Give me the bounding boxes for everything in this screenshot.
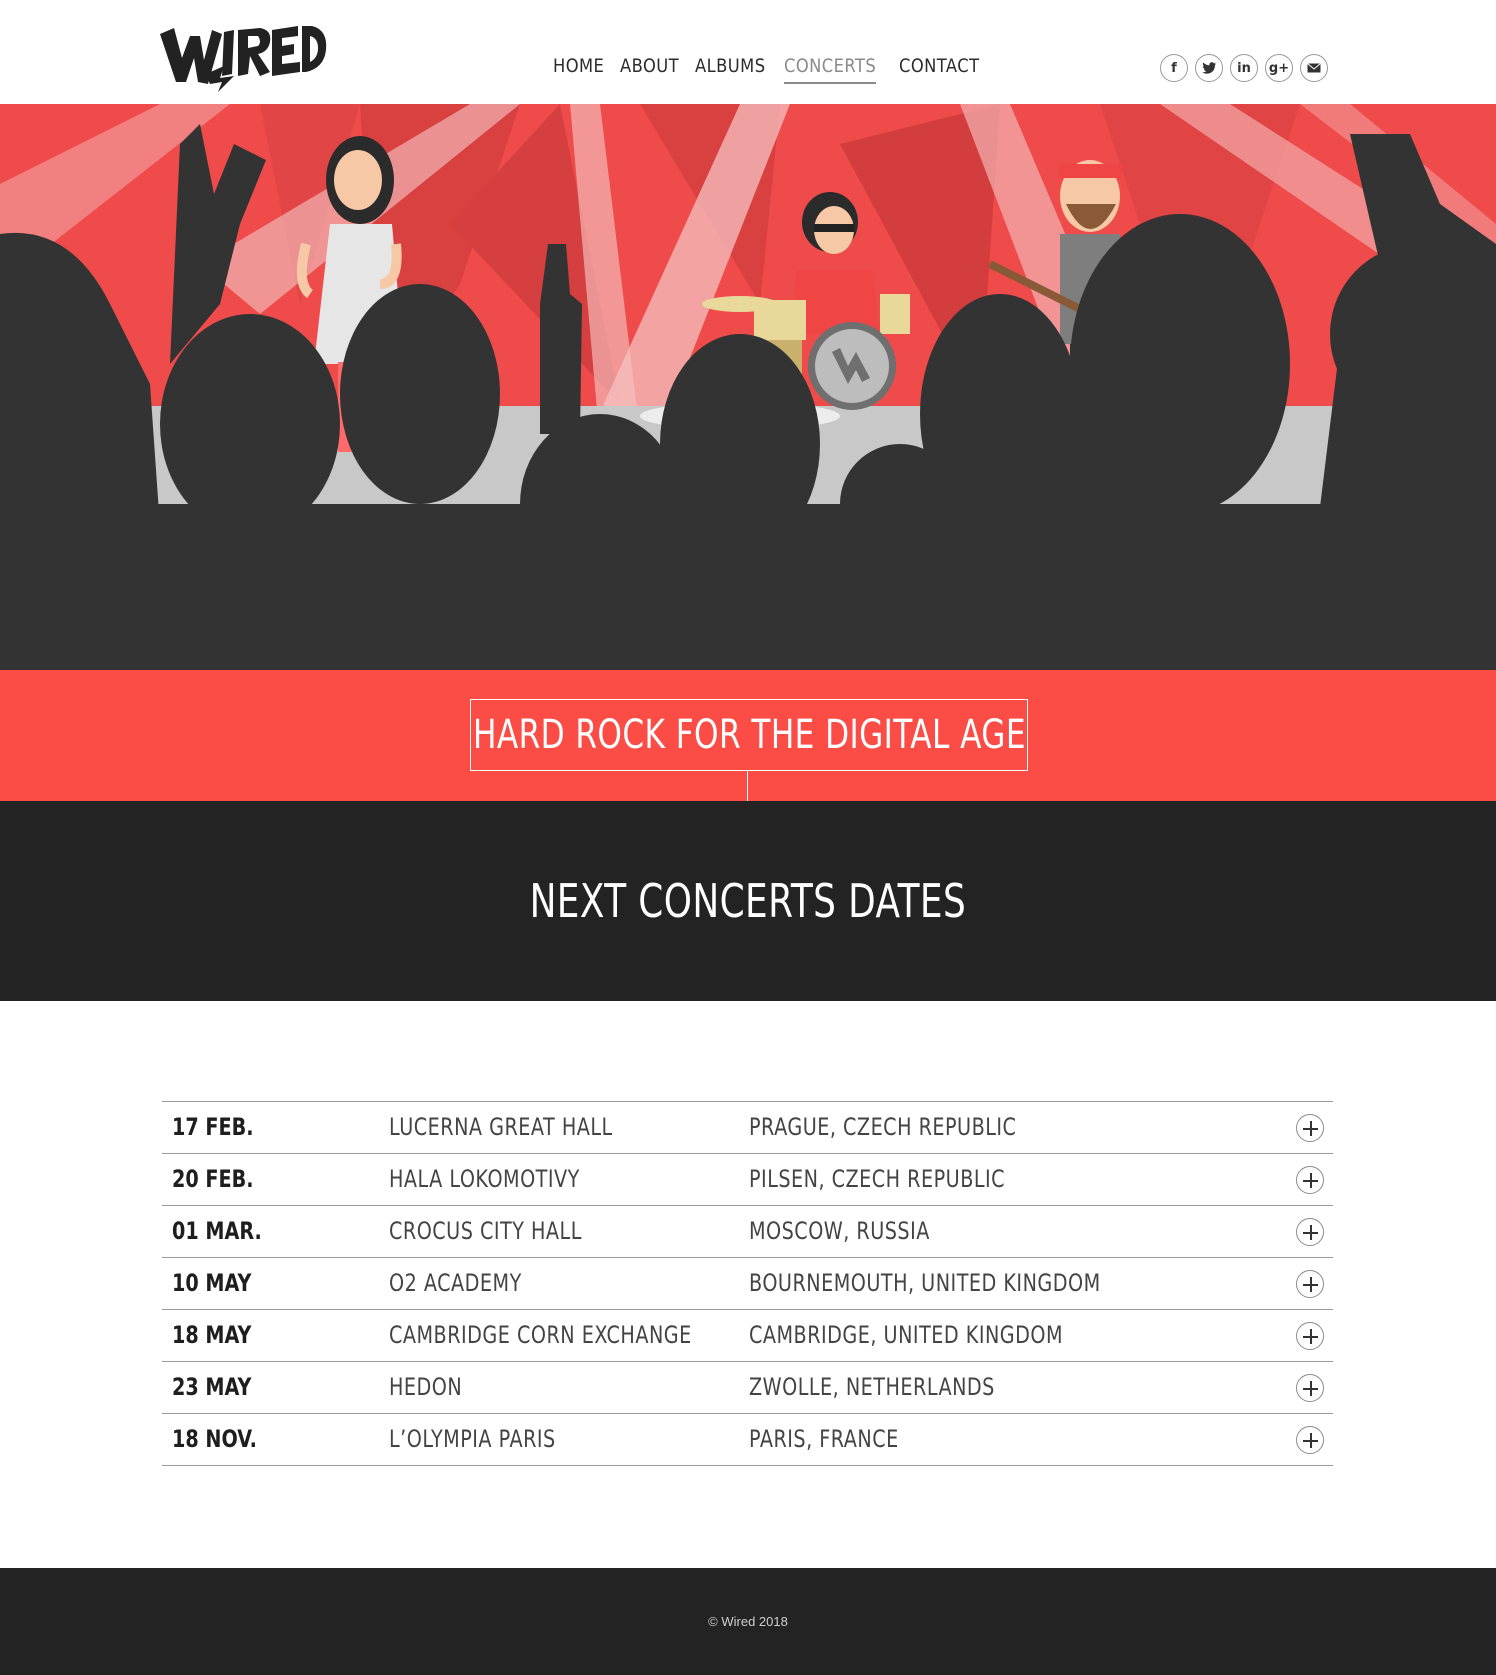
site-header: HOME ABOUT ALBUMS CONCERTS CONTACT f in … [0,0,1496,104]
concert-city: MOSCOW, RUSSIA [749,1217,930,1245]
concert-date: 23 MAY [172,1373,252,1401]
twitter-icon[interactable] [1195,54,1223,82]
concert-city: PILSEN, CZECH REPUBLIC [749,1165,1006,1193]
tagline-text: HARD ROCK FOR THE DIGITAL AGE [472,712,1026,758]
concert-date: 18 NOV. [172,1425,257,1453]
main-nav: HOME ABOUT ALBUMS CONCERTS CONTACT [553,54,982,84]
expand-plus-icon[interactable] [1296,1270,1324,1298]
concerts-table: 17 FEB. LUCERNA GREAT HALL PRAGUE, CZECH… [162,1101,1333,1466]
twitter-bird-glyph [1202,62,1216,74]
concert-date: 20 FEB. [172,1165,254,1193]
table-row[interactable]: 17 FEB. LUCERNA GREAT HALL PRAGUE, CZECH… [162,1102,1333,1154]
expand-plus-icon[interactable] [1296,1374,1324,1402]
facebook-icon[interactable]: f [1160,54,1188,82]
copyright-text: © Wired 2018 [708,1614,788,1629]
expand-plus-icon[interactable] [1296,1322,1324,1350]
nav-concerts[interactable]: CONCERTS [784,54,877,84]
concert-city: CAMBRIDGE, UNITED KINGDOM [749,1321,1064,1349]
wired-logo[interactable] [160,22,328,92]
expand-plus-icon[interactable] [1296,1114,1324,1142]
mail-icon[interactable] [1300,54,1328,82]
site-footer: © Wired 2018 [0,1568,1496,1675]
tagline-box: HARD ROCK FOR THE DIGITAL AGE [470,699,1028,771]
social-links: f in g+ [1160,54,1328,82]
wired-logo-graphic [160,26,327,92]
concert-venue: LUCERNA GREAT HALL [389,1113,613,1141]
nav-albums[interactable]: ALBUMS [695,54,766,84]
concert-venue: CAMBRIDGE CORN EXCHANGE [389,1321,692,1349]
concert-city: PARIS, FRANCE [749,1425,899,1453]
expand-plus-icon[interactable] [1296,1218,1324,1246]
concert-venue: CROCUS CITY HALL [389,1217,582,1245]
linkedin-icon[interactable]: in [1230,54,1258,82]
expand-plus-icon[interactable] [1296,1166,1324,1194]
table-row[interactable]: 18 MAY CAMBRIDGE CORN EXCHANGE CAMBRIDGE… [162,1310,1333,1362]
nav-about[interactable]: ABOUT [620,54,679,84]
nav-home[interactable]: HOME [553,54,604,84]
tagline-band: HARD ROCK FOR THE DIGITAL AGE [0,670,1496,801]
google-plus-icon[interactable]: g+ [1265,54,1293,82]
concert-venue: L’OLYMPIA PARIS [389,1425,556,1453]
concert-date: 18 MAY [172,1321,252,1349]
concert-date: 10 MAY [172,1269,252,1297]
concert-date: 17 FEB. [172,1113,254,1141]
table-row[interactable]: 10 MAY O2 ACADEMY BOURNEMOUTH, UNITED KI… [162,1258,1333,1310]
concert-stage-illustration [0,104,1496,670]
envelope-glyph [1307,63,1321,73]
nav-contact[interactable]: CONTACT [899,54,980,84]
table-row[interactable]: 01 MAR. CROCUS CITY HALL MOSCOW, RUSSIA [162,1206,1333,1258]
concert-venue: HEDON [389,1373,463,1401]
concert-city: PRAGUE, CZECH REPUBLIC [749,1113,1017,1141]
concert-date: 01 MAR. [172,1217,262,1245]
expand-plus-icon[interactable] [1296,1426,1324,1454]
concert-venue: HALA LOKOMOTIVY [389,1165,580,1193]
concert-venue: O2 ACADEMY [389,1269,522,1297]
section-title: NEXT CONCERTS DATES [529,874,967,928]
table-row[interactable]: 18 NOV. L’OLYMPIA PARIS PARIS, FRANCE [162,1414,1333,1466]
table-row[interactable]: 23 MAY HEDON ZWOLLE, NETHERLANDS [162,1362,1333,1414]
tagline-connector-line [747,771,748,801]
section-title-band: NEXT CONCERTS DATES [0,801,1496,1001]
concert-city: ZWOLLE, NETHERLANDS [749,1373,995,1401]
hero-illustration [0,104,1496,670]
concert-city: BOURNEMOUTH, UNITED KINGDOM [749,1269,1101,1297]
table-row[interactable]: 20 FEB. HALA LOKOMOTIVY PILSEN, CZECH RE… [162,1154,1333,1206]
